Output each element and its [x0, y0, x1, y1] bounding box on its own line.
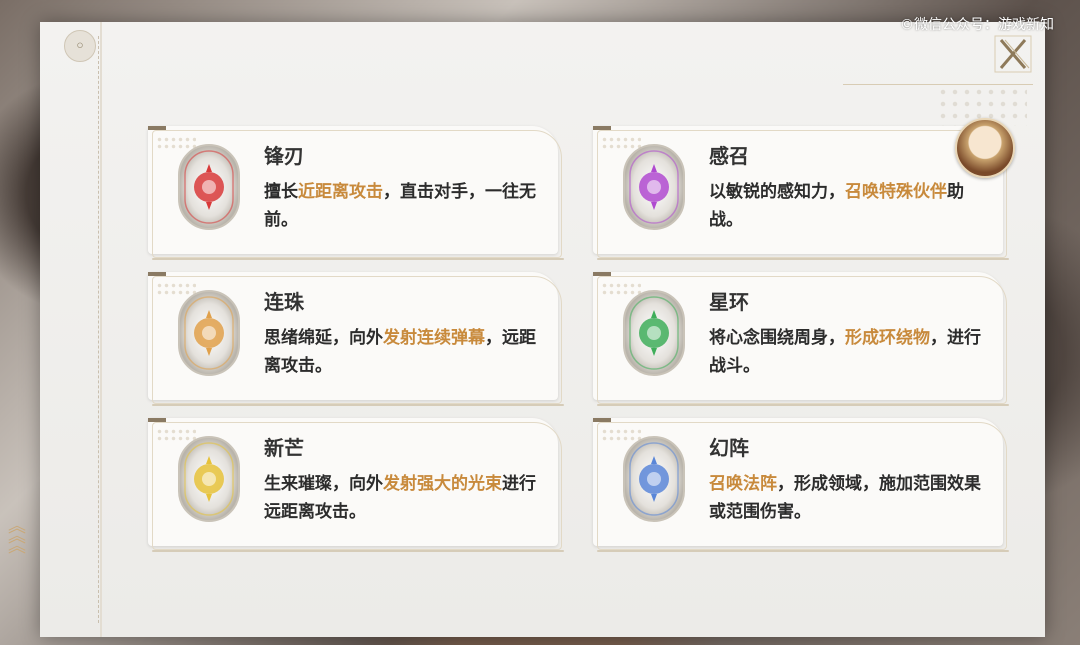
desc-text: 擅长 — [264, 182, 298, 202]
watermark-text: ©微信公众号：游戏新知 — [900, 17, 1054, 33]
array-emblem-icon — [621, 434, 687, 524]
class-card-1[interactable]: 感召以敏锐的感知力，召唤特殊伙伴助战。 — [593, 118, 1015, 260]
class-card-0[interactable]: 锋刃擅长近距离攻击，直击对手，一往无前。 — [148, 126, 564, 260]
panel-dashed-line — [98, 36, 99, 623]
panel-divider — [100, 22, 102, 637]
blade-emblem-icon — [176, 142, 242, 232]
ring-emblem-icon — [621, 288, 687, 378]
card-description: 将心念围绕周身，形成环绕物，进行战斗。 — [709, 324, 984, 380]
desc-text: 以敏锐的感知力， — [709, 182, 845, 202]
card-title: 星环 — [709, 290, 749, 314]
desc-text: 思绪绵延，向外 — [264, 328, 383, 348]
class-card-4[interactable]: 新芒生来璀璨，向外发射强大的光束进行远距离攻击。 — [148, 418, 564, 552]
card-title: 感召 — [709, 144, 749, 168]
highlight-text: 形成环绕物 — [845, 328, 930, 348]
barrage-emblem-icon — [176, 288, 242, 378]
class-card-2[interactable]: 连珠思绪绵延，向外发射连续弹幕，远距离攻击。 — [148, 272, 564, 406]
highlight-text: 发射强大的光束 — [383, 474, 502, 494]
highlight-text: 召唤特殊伙伴 — [845, 182, 947, 202]
card-description: 以敏锐的感知力，召唤特殊伙伴助战。 — [709, 178, 984, 234]
card-title: 幻阵 — [709, 436, 749, 460]
card-description: 生来璀璨，向外发射强大的光束进行远距离攻击。 — [264, 470, 539, 526]
class-card-5[interactable]: 幻阵召唤法阵，形成领域，施加范围效果或范围伤害。 — [593, 418, 1009, 552]
desc-text: 将心念围绕周身， — [709, 328, 845, 348]
close-x-icon — [994, 35, 1032, 73]
highlight-text: 近距离攻击 — [298, 182, 383, 202]
highlight-text: 发射连续弹幕 — [383, 328, 485, 348]
desc-text: 生来璀璨，向外 — [264, 474, 383, 494]
card-title: 连珠 — [264, 290, 304, 314]
close-button[interactable] — [991, 32, 1035, 76]
class-info-panel: ◦ ︽ ︽ ︽ 锋刃 擅长近距离攻击，直击对手，一往无前。 感召 以敏锐的感知力，召唤特殊… — [8, 22, 1045, 637]
summon-emblem-icon — [621, 142, 687, 232]
back-circle-icon: ◦ — [74, 35, 86, 57]
beam-emblem-icon — [176, 434, 242, 524]
highlight-text: 召唤法阵 — [709, 474, 777, 494]
back-button[interactable]: ◦ — [64, 30, 96, 62]
chevron-decoration-icon: ︽ ︽ ︽ — [8, 516, 26, 557]
card-title: 锋刃 — [264, 144, 304, 168]
character-avatar[interactable] — [955, 118, 1015, 178]
card-title: 新芒 — [264, 436, 304, 460]
class-card-3[interactable]: 星环将心念围绕周身，形成环绕物，进行战斗。 — [593, 272, 1009, 406]
card-description: 擅长近距离攻击，直击对手，一往无前。 — [264, 178, 539, 234]
card-description: 召唤法阵，形成领域，施加范围效果或范围伤害。 — [709, 470, 984, 526]
card-description: 思绪绵延，向外发射连续弹幕，远距离攻击。 — [264, 324, 539, 380]
